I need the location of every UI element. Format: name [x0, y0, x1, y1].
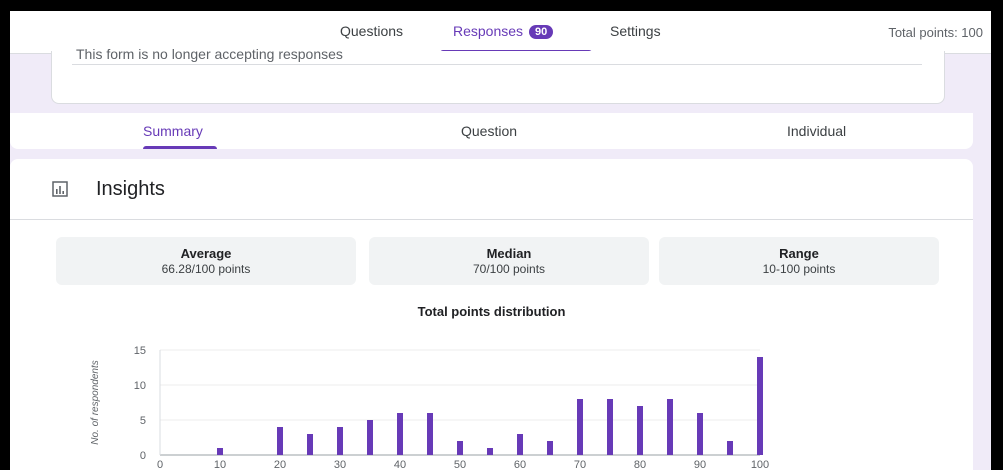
y-tick-label: 10 — [134, 380, 146, 392]
stat-average: Average 66.28/100 points — [56, 237, 356, 285]
total-points-label: Total points: 100 — [888, 25, 983, 40]
bar — [427, 413, 433, 455]
bar — [397, 413, 403, 455]
tab-responses-label: Responses — [453, 23, 524, 39]
app-frame: Questions Responses 90 Settings Total poi… — [10, 11, 991, 470]
bar — [757, 357, 763, 455]
bar — [307, 434, 313, 455]
y-axis-label: No. of respondents — [90, 360, 101, 445]
stat-average-label: Average — [180, 246, 232, 261]
bar — [217, 448, 223, 455]
bar — [487, 448, 493, 455]
x-tick-label: 40 — [394, 459, 406, 470]
x-tick-label: 90 — [694, 459, 706, 470]
summary-tab-indicator — [143, 146, 217, 149]
x-tick-label: 100 — [751, 459, 769, 470]
stat-median: Median 70/100 points — [369, 237, 649, 285]
x-tick-label: 30 — [334, 459, 346, 470]
insights-icon — [52, 181, 68, 197]
x-tick-label: 60 — [514, 459, 526, 470]
x-tick-label: 50 — [454, 459, 466, 470]
bar — [367, 420, 373, 455]
bar — [277, 427, 283, 455]
closed-notice-card: This form is no longer accepting respons… — [51, 46, 945, 104]
x-tick-label: 20 — [274, 459, 286, 470]
tab-summary[interactable]: Summary — [143, 123, 203, 139]
tab-question[interactable]: Question — [461, 123, 517, 139]
bar — [727, 441, 733, 455]
x-tick-label: 80 — [634, 459, 646, 470]
bar — [547, 441, 553, 455]
bar — [517, 434, 523, 455]
bar — [457, 441, 463, 455]
insights-header: Insights — [10, 159, 973, 220]
closed-notice-text: This form is no longer accepting respons… — [76, 46, 343, 62]
tab-settings[interactable]: Settings — [610, 23, 661, 39]
bar — [337, 427, 343, 455]
x-tick-label: 0 — [157, 459, 163, 470]
insights-title: Insights — [96, 178, 165, 200]
x-tick-label: 10 — [214, 459, 226, 470]
responses-count-badge: 90 — [529, 25, 554, 39]
stat-range-label: Range — [779, 246, 819, 261]
bar — [667, 399, 673, 455]
notice-divider — [72, 64, 922, 65]
response-view-tabs: Summary Question Individual — [10, 113, 973, 149]
stat-range: Range 10-100 points — [659, 237, 939, 285]
bar — [697, 413, 703, 455]
tab-questions[interactable]: Questions — [340, 23, 403, 39]
x-tick-label: 70 — [574, 459, 586, 470]
bar — [607, 399, 613, 455]
tab-individual[interactable]: Individual — [787, 123, 846, 139]
y-tick-label: 0 — [140, 450, 146, 462]
bar — [637, 406, 643, 455]
chart-title: Total points distribution — [417, 304, 566, 319]
bar — [577, 399, 583, 455]
stat-average-value: 66.28/100 points — [161, 262, 251, 276]
points-distribution-chart: 0 5 10 15 0 10 20 30 40 50 60 70 80 90 100 No. of respo… — [90, 345, 769, 470]
stat-median-value: 70/100 points — [472, 262, 546, 276]
y-tick-label: 15 — [134, 345, 146, 357]
insights-card: Insights Average 66.28/100 points Median… — [10, 159, 973, 470]
stat-range-value: 10-100 points — [762, 262, 836, 276]
stat-median-label: Median — [486, 246, 532, 261]
tab-responses[interactable]: Responses 90 — [453, 23, 554, 39]
y-tick-label: 5 — [140, 415, 146, 427]
